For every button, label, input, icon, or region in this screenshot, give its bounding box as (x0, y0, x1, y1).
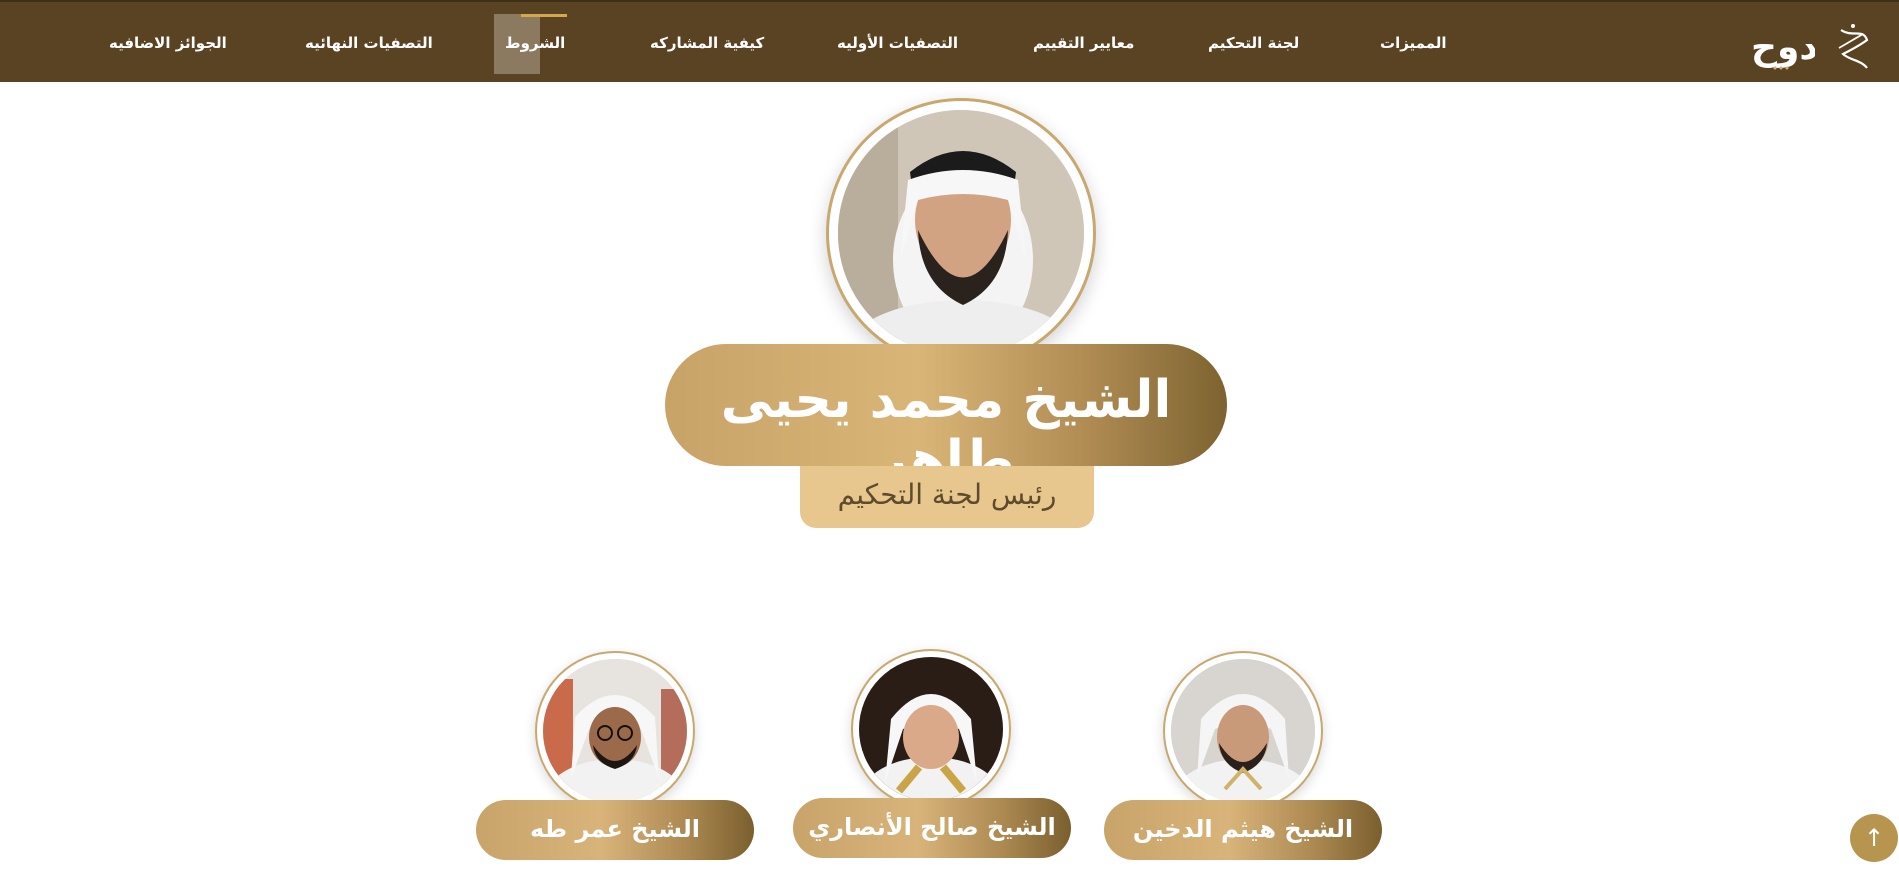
nav-item-how-to-participate[interactable]: كيفية المشاركه (650, 34, 764, 52)
member-name: الشيخ صالح الأنصاري (808, 813, 1056, 841)
nav-item-finals[interactable]: التصفيات النهائيه (305, 34, 433, 52)
calligraphy-logo[interactable] (1833, 20, 1873, 74)
nav-item-preliminary[interactable]: التصفيات الأوليه (837, 34, 958, 52)
member-name-pill: الشيخ عمر طه (476, 800, 754, 860)
member-photo (535, 651, 695, 811)
head-judge-role-box: رئيس لجنة التحكيم (800, 466, 1094, 528)
head-judge-portrait (838, 110, 1084, 356)
nav-item-conditions[interactable]: الشروط (505, 34, 565, 52)
member-photo (851, 649, 1011, 809)
head-judge-name-pill: الشيخ محمد يحيى طاهر (665, 344, 1227, 490)
header-bar: المميزات لجنة التحكيم معايير التقييم الت… (0, 0, 1899, 82)
doha-logo[interactable]: دوح (1749, 23, 1815, 71)
head-judge-photo (826, 98, 1096, 368)
member-name: الشيخ عمر طه (529, 815, 701, 843)
svg-text:دوح: دوح (1751, 27, 1815, 68)
head-judge-role: رئيس لجنة التحكيم (837, 478, 1057, 511)
nav-item-criteria[interactable]: معايير التقييم (1033, 34, 1134, 52)
member-portrait (543, 659, 687, 803)
member-name-pill: الشيخ صالح الأنصاري (793, 798, 1071, 858)
arrow-up-icon: ↑ (1863, 824, 1885, 852)
logo-group[interactable]: دوح (1749, 20, 1873, 74)
member-photo (1163, 651, 1323, 811)
member-portrait (859, 657, 1003, 801)
nav-active-accent (521, 14, 567, 17)
nav-item-extra-prizes[interactable]: الجوائز الاضافيه (109, 34, 227, 52)
nav-item-features[interactable]: المميزات (1380, 34, 1447, 52)
main-nav: المميزات لجنة التحكيم معايير التقييم الت… (0, 2, 1899, 84)
member-name-pill: الشيخ هيثم الدخين (1104, 800, 1382, 860)
back-to-top-button[interactable]: ↑ (1850, 814, 1898, 862)
member-portrait (1171, 659, 1315, 803)
member-name: الشيخ هيثم الدخين (1132, 815, 1354, 843)
nav-item-judges[interactable]: لجنة التحكيم (1208, 34, 1299, 52)
